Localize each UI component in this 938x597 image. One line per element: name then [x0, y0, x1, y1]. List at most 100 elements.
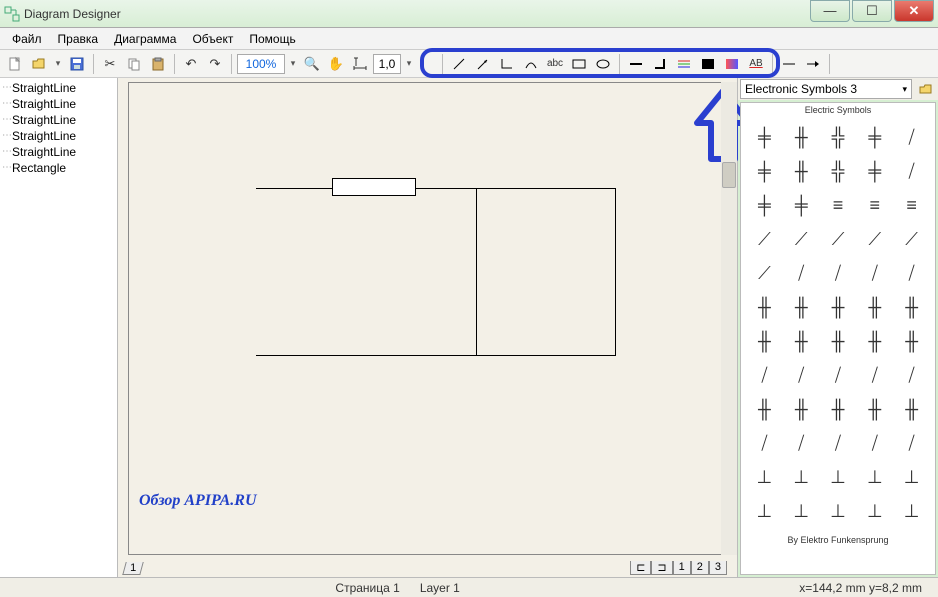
symbol-item[interactable]: ⊥ — [823, 463, 854, 491]
menu-help[interactable]: Помощь — [241, 29, 303, 49]
symbol-item[interactable]: ⟋ — [823, 225, 854, 253]
vertical-scrollbar[interactable] — [721, 82, 737, 555]
line-weight-dropdown[interactable]: ▾ — [403, 54, 415, 74]
save-button[interactable] — [66, 53, 88, 75]
symbol-item[interactable]: ⧸ — [823, 361, 854, 389]
line-weight-input[interactable]: 1,0 — [373, 54, 401, 74]
symbol-item[interactable]: ⧸ — [859, 361, 890, 389]
symbol-item[interactable]: ╫ — [859, 293, 890, 321]
symbol-item[interactable]: ⟋ — [859, 225, 890, 253]
symbol-item[interactable]: ╫ — [786, 123, 817, 151]
palette-body[interactable]: Electric Symbols ╪╫╬╪⧸ ╪╫╬╪⧸ ╪╪≡≡≡ ⟋⟋⟋⟋⟋… — [740, 102, 936, 575]
symbol-item[interactable]: ╫ — [823, 327, 854, 355]
tree-item[interactable]: StraightLine — [2, 112, 115, 128]
symbol-item[interactable]: ≡ — [823, 191, 854, 219]
symbol-item[interactable]: ⧸ — [786, 361, 817, 389]
text-color-button[interactable]: AB — [745, 53, 767, 75]
symbol-item[interactable]: ≡ — [896, 191, 927, 219]
menu-file[interactable]: Файл — [4, 29, 50, 49]
symbol-item[interactable]: ╬ — [823, 123, 854, 151]
paste-button[interactable] — [147, 53, 169, 75]
symbol-item[interactable]: ⧸ — [749, 361, 780, 389]
symbol-item[interactable]: ╪ — [859, 157, 890, 185]
redo-button[interactable]: ↷ — [204, 53, 226, 75]
menu-object[interactable]: Объект — [184, 29, 241, 49]
symbol-item[interactable]: ╫ — [896, 293, 927, 321]
rectangle-tool[interactable] — [568, 53, 590, 75]
symbol-item[interactable]: ⊥ — [749, 497, 780, 525]
gradient-button[interactable] — [721, 53, 743, 75]
symbol-item[interactable]: ╫ — [786, 395, 817, 423]
symbol-item[interactable]: ⟋ — [749, 259, 780, 287]
zoom-dropdown[interactable]: ▾ — [287, 54, 299, 74]
cut-button[interactable]: ✂ — [99, 53, 121, 75]
object-tree[interactable]: StraightLine StraightLine StraightLine S… — [0, 78, 118, 577]
ellipse-tool[interactable] — [592, 53, 614, 75]
page-tab[interactable]: 1 — [673, 561, 691, 575]
symbol-item[interactable]: ⟋ — [896, 225, 927, 253]
zoom-input[interactable]: 100% — [237, 54, 285, 74]
text-tool[interactable]: abc — [544, 53, 566, 75]
symbol-item[interactable]: ⧸ — [896, 361, 927, 389]
copy-button[interactable] — [123, 53, 145, 75]
connector2-tool[interactable] — [520, 53, 542, 75]
tree-item[interactable]: Rectangle — [2, 160, 115, 176]
page-tab-nav-left[interactable]: ⊏ — [630, 561, 651, 575]
open-dropdown[interactable]: ▾ — [52, 54, 64, 74]
arrow-tool[interactable] — [472, 53, 494, 75]
menu-diagram[interactable]: Диаграмма — [106, 29, 184, 49]
symbol-item[interactable]: ╫ — [823, 395, 854, 423]
symbol-item[interactable]: ⊥ — [896, 497, 927, 525]
scrollbar-thumb[interactable] — [722, 162, 736, 188]
symbol-item[interactable]: ╫ — [823, 293, 854, 321]
symbol-item[interactable]: ╫ — [859, 395, 890, 423]
symbol-item[interactable]: ⧸ — [786, 429, 817, 457]
shape-line[interactable] — [256, 188, 332, 189]
symbol-item[interactable]: ╫ — [896, 327, 927, 355]
shape-line[interactable] — [476, 188, 477, 356]
window-close-button[interactable]: ✕ — [894, 0, 934, 22]
symbol-item[interactable]: ⧸ — [786, 259, 817, 287]
menu-edit[interactable]: Правка — [50, 29, 107, 49]
symbol-item[interactable]: ⊥ — [859, 463, 890, 491]
symbol-item[interactable]: ⧸ — [896, 157, 927, 185]
symbol-item[interactable]: ╫ — [749, 327, 780, 355]
symbol-item[interactable]: ⧸ — [859, 429, 890, 457]
palette-selector[interactable]: Electronic Symbols 3 ▾ — [740, 79, 912, 99]
pan-button[interactable]: ✋ — [325, 53, 347, 75]
symbol-item[interactable]: ⧸ — [749, 429, 780, 457]
symbol-item[interactable]: ⧸ — [896, 429, 927, 457]
magnifier-button[interactable]: 🔍 — [301, 53, 323, 75]
window-minimize-button[interactable]: — — [810, 0, 850, 22]
symbol-item[interactable]: ╪ — [749, 191, 780, 219]
shape-line[interactable] — [256, 355, 616, 356]
tree-item[interactable]: StraightLine — [2, 144, 115, 160]
arrow-end-button[interactable] — [802, 53, 824, 75]
page-tab-nav-right[interactable]: ⊐ — [651, 561, 672, 575]
dimensions-button[interactable] — [349, 53, 371, 75]
symbol-item[interactable]: ⊥ — [786, 497, 817, 525]
line-style-button[interactable] — [625, 53, 647, 75]
symbol-item[interactable]: ≡ — [859, 191, 890, 219]
symbol-item[interactable]: ╫ — [896, 395, 927, 423]
symbol-item[interactable]: ⧸ — [896, 123, 927, 151]
shape-line[interactable] — [615, 188, 616, 356]
page-tab[interactable]: 3 — [709, 561, 727, 575]
tree-item[interactable]: StraightLine — [2, 96, 115, 112]
symbol-item[interactable]: ╪ — [749, 123, 780, 151]
symbol-item[interactable]: ╫ — [749, 293, 780, 321]
symbol-item[interactable]: ⊥ — [823, 497, 854, 525]
symbol-item[interactable]: ╪ — [749, 157, 780, 185]
page-tab[interactable]: 1 — [122, 562, 144, 575]
canvas-area[interactable]: Обзор APIPA.RU 1 ⊏ ⊐ 1 2 3 — [118, 78, 738, 577]
symbol-item[interactable]: ╫ — [786, 293, 817, 321]
undo-button[interactable]: ↶ — [180, 53, 202, 75]
connector1-tool[interactable] — [496, 53, 518, 75]
shape-line[interactable] — [416, 188, 616, 189]
symbol-item[interactable]: ╬ — [823, 157, 854, 185]
symbol-item[interactable]: ╫ — [749, 395, 780, 423]
symbol-item[interactable]: ⟋ — [749, 225, 780, 253]
line-color-button[interactable] — [673, 53, 695, 75]
page-tab[interactable]: 2 — [691, 561, 709, 575]
window-maximize-button[interactable]: ☐ — [852, 0, 892, 22]
